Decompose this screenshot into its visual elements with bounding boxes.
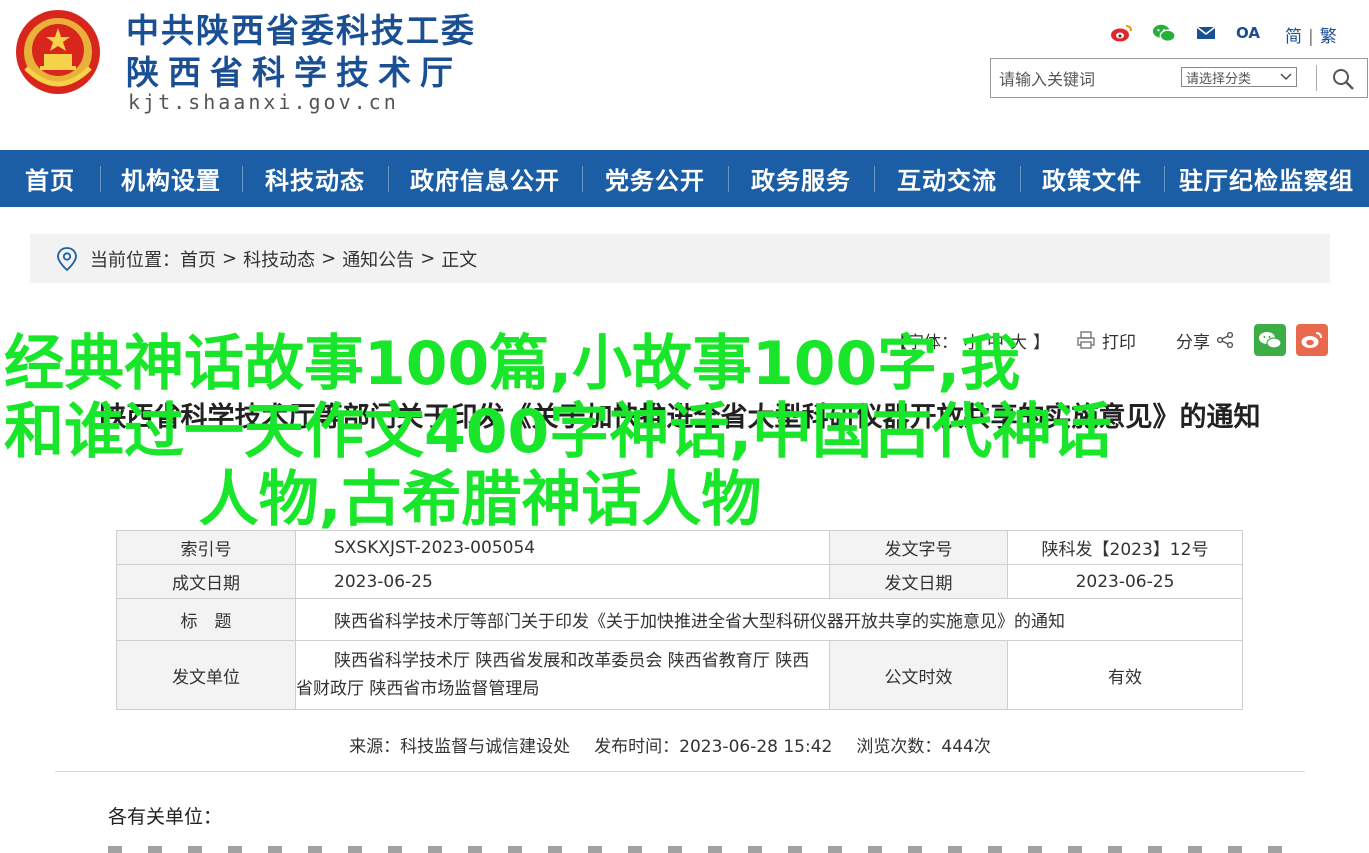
- category-select[interactable]: 请选择分类: [1181, 67, 1297, 87]
- search-divider: [1316, 65, 1317, 91]
- article-source-line: 来源：科技监督与诚信建设处 发布时间：2023-06-28 15:42 浏览次数：4…: [0, 732, 1340, 757]
- nav-item-interaction[interactable]: 互动交流: [874, 150, 1020, 207]
- search-button[interactable]: [1329, 65, 1357, 93]
- issuing-unit-value: 陕西省科学技术厅 陕西省发展和改革委员会 陕西省教育厅 陕西 省财政厅 陕西省市…: [295, 640, 830, 710]
- share-weibo-button[interactable]: [1296, 324, 1328, 356]
- share-icon: [1216, 331, 1234, 349]
- share-label: 分享: [1176, 332, 1210, 353]
- issuing-unit-line1: 陕西省科学技术厅 陕西省发展和改革委员会 陕西省教育厅 陕西: [334, 651, 810, 671]
- nav-item-gov-services[interactable]: 政务服务: [728, 150, 874, 207]
- site-title-line1: 中共陕西省委科技工委: [126, 11, 476, 50]
- site-title-line2: 陕西省科学技术厅: [126, 53, 462, 92]
- article-source: 来源：科技监督与诚信建设处: [349, 737, 571, 757]
- article-tools: 【字体： 小中大】 打印 分享: [890, 322, 1328, 358]
- divider: [55, 771, 1305, 772]
- article-greeting: 各有关单位：: [108, 806, 223, 828]
- main-nav: 首页 机构设置 科技动态 政府信息公开 党务公开 政务服务 互动交流 政策文件 …: [0, 150, 1369, 207]
- overlay-line3: 人物,古希腊神话人物: [198, 465, 762, 535]
- issued-date-label: 发文日期: [829, 564, 1008, 599]
- weibo-icon: [1301, 332, 1322, 348]
- document-meta-table: 索引号 SXSKXJST-2023-005054 发文字号 陕科发【2023】1…: [116, 530, 1243, 710]
- category-select-value: 请选择分类: [1186, 71, 1252, 87]
- lang-traditional[interactable]: 繁: [1320, 27, 1337, 47]
- breadcrumb-current: 正文: [441, 249, 478, 271]
- font-size-small[interactable]: 小: [964, 333, 981, 353]
- chevron-down-icon: [1280, 73, 1292, 80]
- created-date-label: 成文日期: [116, 564, 296, 599]
- table-row: 索引号 SXSKXJST-2023-005054 发文字号 陕科发【2023】1…: [116, 530, 1243, 565]
- print-label: 打印: [1102, 332, 1136, 353]
- breadcrumb-home[interactable]: 首页: [180, 246, 216, 272]
- search-icon: [1333, 69, 1354, 90]
- doc-no-value: 陕科发【2023】12号: [1007, 530, 1243, 565]
- lang-simplified[interactable]: 简: [1285, 27, 1302, 47]
- site-domain: kjt.shaanxi.gov.cn: [128, 90, 399, 114]
- breadcrumb-separator: >: [222, 248, 238, 269]
- location-pin-icon: [57, 246, 77, 271]
- publish-time: 发布时间：2023-06-28 15:42: [594, 737, 833, 757]
- wechat-icon: [1259, 332, 1282, 349]
- breadcrumb: 当前位置： 首页 > 科技动态 > 通知公告 > 正文: [30, 234, 1330, 283]
- breadcrumb-separator: >: [420, 248, 436, 269]
- nav-item-discipline[interactable]: 驻厅纪检监察组: [1164, 150, 1369, 207]
- language-switch: 简 | 繁: [1285, 22, 1337, 47]
- wechat-icon[interactable]: [1152, 22, 1176, 44]
- font-size-medium[interactable]: 中: [987, 333, 1004, 353]
- nav-item-policy-docs[interactable]: 政策文件: [1020, 150, 1164, 207]
- search-input[interactable]: [999, 65, 1169, 93]
- nav-item-gov-info[interactable]: 政府信息公开: [388, 150, 582, 207]
- share-wechat-button[interactable]: [1254, 324, 1286, 356]
- table-row: 发文单位 陕西省科学技术厅 陕西省发展和改革委员会 陕西省教育厅 陕西 省财政厅…: [116, 640, 1243, 710]
- print-icon: [1077, 331, 1095, 349]
- national-emblem-logo[interactable]: [14, 8, 102, 96]
- title-label: 标 题: [116, 598, 296, 641]
- font-size-label: 【字体：: [890, 332, 958, 353]
- lang-separator: |: [1308, 27, 1314, 47]
- issuing-unit-line2: 省财政厅 陕西省市场监督管理局: [296, 679, 540, 699]
- article-title: 陕西省科学技术厅等部门关于印发《关于加快推进全省大型科研仪器开放共享的实施意见》…: [99, 402, 1261, 433]
- table-row: 成文日期 2023-06-25 发文日期 2023-06-25: [116, 564, 1243, 599]
- weibo-icon[interactable]: [1110, 22, 1134, 44]
- top-icons: OA: [1110, 20, 1260, 46]
- share-label-group: 分享: [1176, 328, 1234, 353]
- breadcrumb-prefix: 当前位置：: [90, 249, 180, 271]
- breadcrumb-tech-news[interactable]: 科技动态: [243, 246, 315, 272]
- font-size-close: 】: [1033, 332, 1050, 353]
- font-size-control: 【字体： 小中大】: [890, 328, 1050, 353]
- validity-label: 公文时效: [829, 640, 1008, 710]
- index-value: SXSKXJST-2023-005054: [295, 530, 830, 565]
- nav-item-organization[interactable]: 机构设置: [100, 150, 242, 207]
- validity-value: 有效: [1007, 640, 1243, 710]
- nav-item-party-affairs[interactable]: 党务公开: [582, 150, 728, 207]
- search-box: 请选择分类: [990, 58, 1368, 98]
- doc-no-label: 发文字号: [829, 530, 1008, 565]
- oa-icon[interactable]: OA: [1236, 22, 1260, 44]
- index-label: 索引号: [116, 530, 296, 565]
- issuing-unit-label: 发文单位: [116, 640, 296, 710]
- table-row: 标 题 陕西省科学技术厅等部门关于印发《关于加快推进全省大型科研仪器开放共享的实…: [116, 598, 1243, 641]
- nav-item-tech-news[interactable]: 科技动态: [242, 150, 388, 207]
- font-size-large[interactable]: 大: [1010, 333, 1027, 353]
- created-date-value: 2023-06-25: [295, 564, 830, 599]
- breadcrumb-notices[interactable]: 通知公告: [342, 246, 414, 272]
- issued-date-value: 2023-06-25: [1007, 564, 1243, 599]
- article-body-cutoff: [108, 846, 1288, 853]
- view-count: 浏览次数：444次: [856, 737, 991, 757]
- breadcrumb-separator: >: [321, 248, 337, 269]
- mail-icon[interactable]: [1194, 22, 1218, 44]
- nav-item-home[interactable]: 首页: [0, 150, 100, 207]
- title-value: 陕西省科学技术厅等部门关于印发《关于加快推进全省大型科研仪器开放共享的实施意见》…: [295, 598, 1243, 641]
- site-header: 中共陕西省委科技工委 陕西省科学技术厅 kjt.shaanxi.gov.cn O…: [0, 0, 1369, 150]
- print-button[interactable]: 打印: [1076, 328, 1136, 353]
